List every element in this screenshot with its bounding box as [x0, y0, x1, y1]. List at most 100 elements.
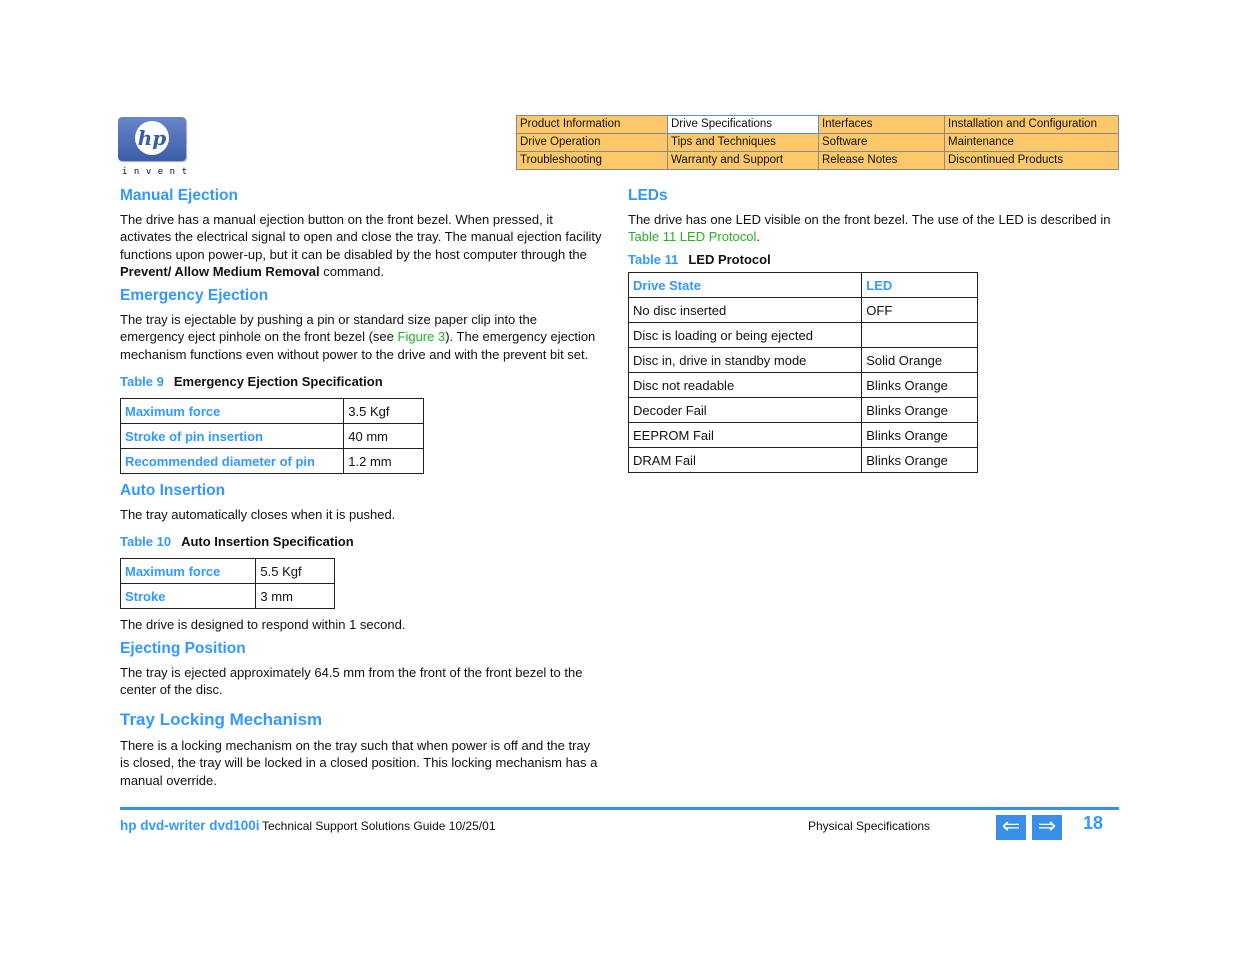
logo-mark: hp — [137, 126, 167, 150]
arrow-left-icon: ⇐ — [1001, 814, 1021, 839]
table-11: Drive State LED No disc inserted OFF Disc i… — [627, 272, 978, 473]
arrow-right-icon: ⇒ — [1037, 814, 1057, 839]
nav-link-maintenance[interactable]: Maintenance — [944, 133, 1119, 152]
spec-value: 3 mm — [255, 583, 335, 609]
table-header-row: Drive State LED — [627, 272, 978, 298]
nav-grid: Product Information Drive Specifications I… — [516, 115, 1119, 170]
table-row: Disc not readable Blinks Orange — [627, 372, 978, 398]
table-row: Disc is loading or being ejected — [627, 322, 978, 348]
spec-label: Maximum force — [119, 558, 257, 584]
table-row: Stroke 3 mm — [119, 583, 335, 609]
table-title: LED Protocol — [688, 252, 771, 267]
tray-locking-text: There is a locking mechanism on the tray… — [120, 738, 598, 788]
table-number: Table 11 — [628, 252, 679, 267]
led-state-cell: Blinks Orange — [861, 447, 978, 473]
text: The drive has a manual ejection button o… — [120, 212, 602, 262]
table-row: DRAM Fail Blinks Orange — [627, 447, 978, 473]
ejecting-position-text: The tray is ejected approximately 64.5 m… — [120, 665, 583, 698]
manual-ejection-text: The drive has a manual ejection button o… — [120, 211, 602, 280]
prev-page-button[interactable]: ⇐ — [996, 815, 1026, 840]
heading-ejecting-position: Ejecting Position — [120, 640, 246, 657]
nav-row: Troubleshooting Warranty and Support Relea… — [516, 151, 1119, 170]
nav-row: Product Information Drive Specifications I… — [516, 115, 1119, 134]
nav-link-installation-and-configuration[interactable]: Installation and Configuration — [944, 115, 1119, 134]
spec-value: 1.2 mm — [343, 448, 424, 474]
heading-leds: LEDs — [628, 187, 668, 204]
table-10-caption: Table 10 Auto Insertion Specification — [120, 534, 354, 549]
spec-value: 40 mm — [343, 423, 424, 449]
spec-value: 5.5 Kgf — [255, 558, 335, 584]
footer-rule — [120, 807, 1119, 810]
table-row: EEPROM Fail Blinks Orange — [627, 422, 978, 448]
led-state-cell: Blinks Orange — [861, 422, 978, 448]
table-row: Stroke of pin insertion 40 mm — [119, 423, 424, 449]
footer-guide-title: Technical Support Solutions Guide 10/25/… — [262, 819, 496, 833]
nav-link-troubleshooting[interactable]: Troubleshooting — [516, 151, 668, 170]
heading-auto-insertion: Auto Insertion — [120, 482, 226, 499]
table-row: Maximum force 5.5 Kgf — [119, 558, 335, 584]
nav-link-drive-operation[interactable]: Drive Operation — [516, 133, 668, 152]
drive-state-cell: Disc in, drive in standby mode — [627, 347, 863, 373]
nav-row: Drive Operation Tips and Techniques Softwa… — [516, 133, 1119, 152]
heading-manual-ejection: Manual Ejection — [120, 187, 238, 204]
page-number: 18 — [1083, 813, 1104, 833]
drive-state-cell: DRAM Fail — [627, 447, 863, 473]
command-name: Prevent/ Allow Medium Removal — [120, 263, 320, 279]
nav-link-drive-specifications[interactable]: Drive Specifications — [667, 115, 819, 134]
hp-logo: hp — [118, 117, 189, 163]
table-11-caption: Table 11 LED Protocol — [628, 252, 771, 267]
footer-section: Physical Specifications — [808, 819, 931, 833]
response-note: The drive is designed to respond within … — [120, 617, 406, 632]
column-header-drive-state: Drive State — [627, 272, 863, 298]
table-title: Auto Insertion Specification — [181, 534, 354, 549]
table-number: Table 9 — [120, 374, 164, 389]
text: . — [756, 229, 761, 245]
nav-link-discontinued-products[interactable]: Discontinued Products — [944, 151, 1119, 170]
table-9: Maximum force 3.5 Kgf Stroke of pin insert… — [119, 398, 424, 474]
footer-brand: hp dvd-writer dvd100i — [120, 818, 260, 833]
drive-state-cell: Disc is loading or being ejected — [627, 322, 863, 348]
column-header-led: LED — [861, 272, 978, 298]
spec-label: Recommended diameter of pin — [119, 448, 345, 474]
table-title: Emergency Ejection Specification — [173, 374, 383, 389]
nav-link-interfaces[interactable]: Interfaces — [818, 115, 945, 134]
table-number: Table 10 — [120, 534, 172, 549]
spec-label: Stroke — [119, 583, 257, 609]
nav-link-product-information[interactable]: Product Information — [516, 115, 668, 134]
spec-label: Maximum force — [119, 398, 345, 424]
drive-state-cell: Disc not readable — [627, 372, 863, 398]
table-11-link[interactable]: Table 11 LED Protocol — [628, 229, 756, 244]
drive-state-cell: EEPROM Fail — [627, 422, 863, 448]
spec-label: Stroke of pin insertion — [119, 423, 345, 449]
led-state-cell: Blinks Orange — [861, 397, 978, 423]
nav-link-release-notes[interactable]: Release Notes — [818, 151, 945, 170]
nav-link-software[interactable]: Software — [818, 133, 945, 152]
nav-link-warranty-and-support[interactable]: Warranty and Support — [667, 151, 819, 170]
text: The drive has one LED visible on the fro… — [628, 212, 1111, 227]
table-row: Disc in, drive in standby mode Solid Oran… — [627, 347, 978, 373]
drive-state-cell: Decoder Fail — [627, 397, 863, 423]
text: command. — [319, 263, 384, 279]
leds-text: The drive has one LED visible on the fro… — [628, 211, 1118, 246]
table-row: No disc inserted OFF — [627, 297, 978, 323]
auto-insertion-text: The tray automatically closes when it is… — [120, 507, 396, 522]
table-row: Recommended diameter of pin 1.2 mm — [119, 448, 424, 474]
table-row: Maximum force 3.5 Kgf — [119, 398, 424, 424]
table-10: Maximum force 5.5 Kgf Stroke 3 mm — [119, 558, 335, 609]
figure-3-link[interactable]: Figure 3 — [398, 329, 446, 344]
led-state-cell: Blinks Orange — [861, 372, 978, 398]
nav-link-tips-and-techniques[interactable]: Tips and Techniques — [667, 133, 819, 152]
hp-logo-badge: hp — [118, 117, 186, 161]
led-state-cell: Solid Orange — [861, 347, 978, 373]
drive-state-cell: No disc inserted — [627, 297, 863, 323]
table-row: Decoder Fail Blinks Orange — [627, 397, 978, 423]
emergency-ejection-text: The tray is ejectable by pushing a pin o… — [120, 311, 602, 363]
heading-emergency-ejection: Emergency Ejection — [120, 287, 269, 304]
led-state-cell: OFF — [861, 297, 978, 323]
next-page-button[interactable]: ⇒ — [1032, 815, 1062, 840]
table-9-caption: Table 9 Emergency Ejection Specification — [120, 374, 383, 389]
logo-tagline: invent — [122, 167, 194, 177]
led-state-cell — [861, 322, 978, 348]
heading-tray-locking: Tray Locking Mechanism — [120, 710, 323, 729]
spec-value: 3.5 Kgf — [343, 398, 424, 424]
